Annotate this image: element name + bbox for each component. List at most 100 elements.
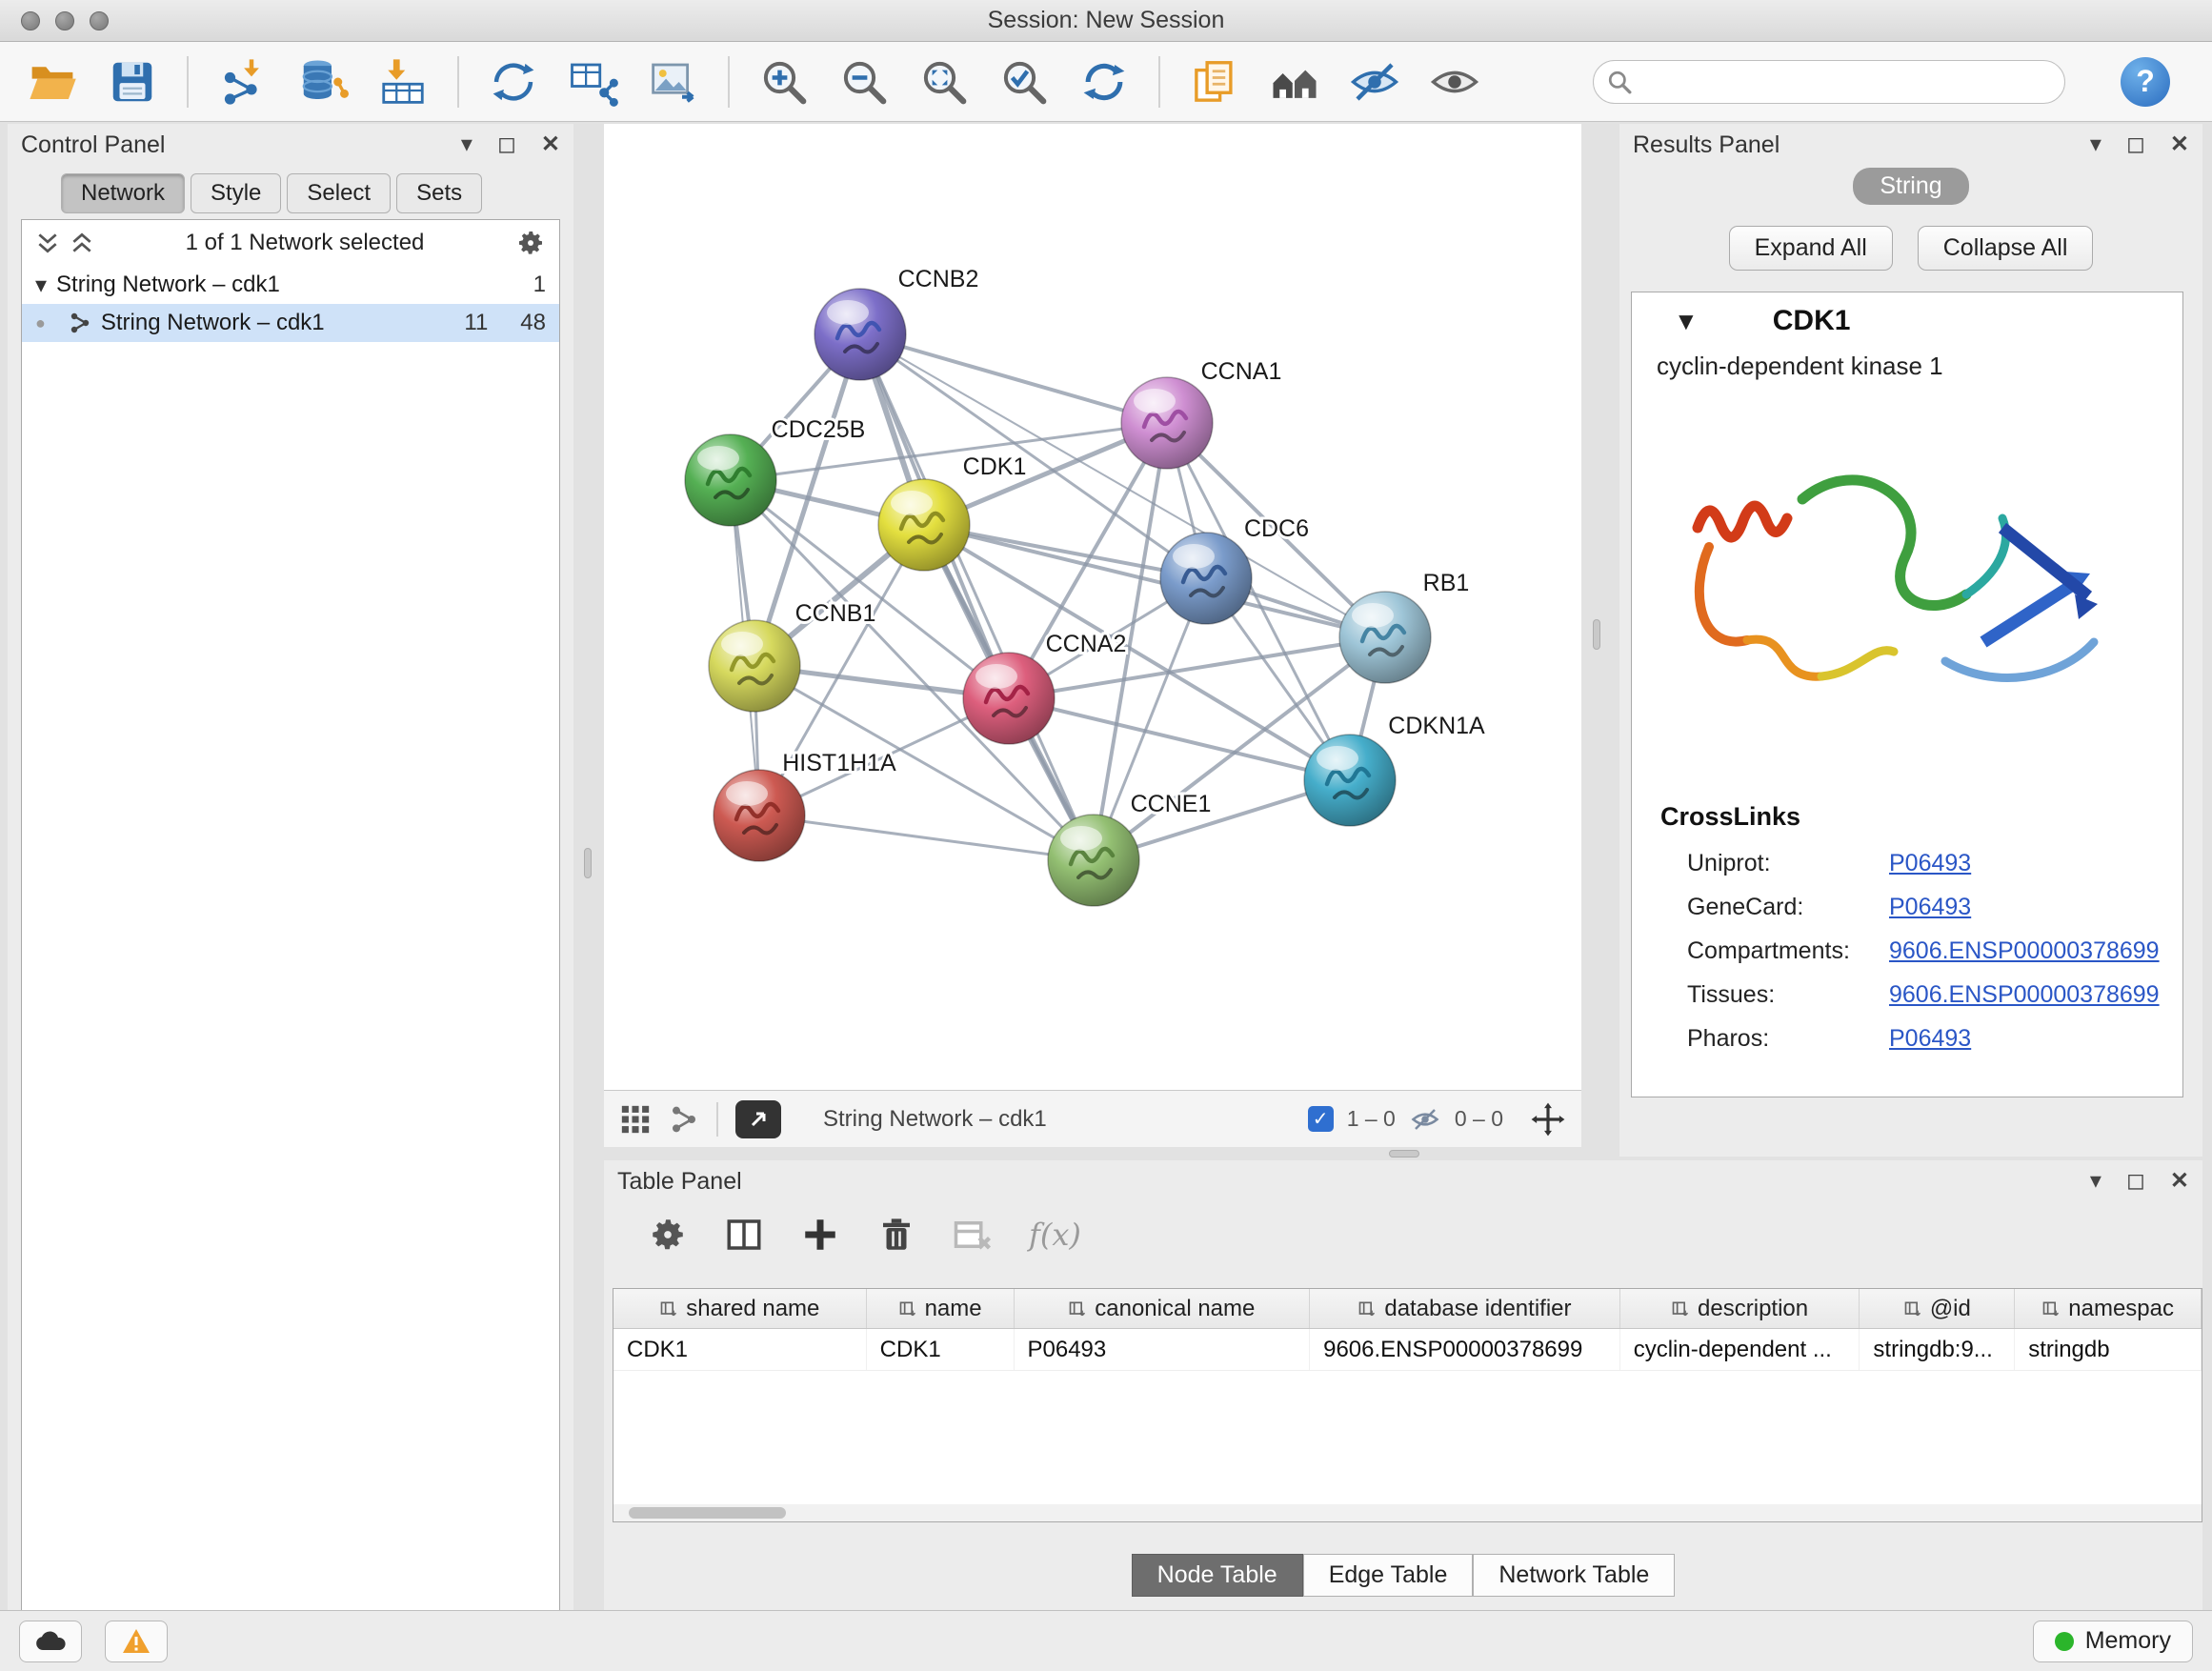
save-session-icon[interactable] — [107, 56, 158, 108]
network-row-selected[interactable]: ● String Network – cdk1 11 48 — [22, 304, 559, 342]
scrollbar-thumb[interactable] — [629, 1507, 786, 1519]
network-edge-CCNB2-CCNE1[interactable] — [860, 334, 1094, 860]
column-header[interactable]: shared name — [613, 1289, 867, 1328]
selected-nodes-checkbox-icon[interactable]: ✓ — [1308, 1106, 1334, 1132]
float-panel-icon[interactable]: ◻ — [2126, 1170, 2145, 1193]
float-panel-icon[interactable]: ◻ — [497, 133, 516, 156]
import-network-from-database-icon[interactable] — [297, 56, 349, 108]
pan-crosshair-icon[interactable] — [1530, 1101, 1566, 1137]
hidden-eye-slash-icon[interactable] — [1409, 1105, 1441, 1134]
table-cell[interactable]: stringdb:9... — [1860, 1329, 2015, 1370]
network-edge-CCNB2-CCNA1[interactable] — [860, 334, 1167, 423]
table-cell[interactable]: P06493 — [1015, 1329, 1311, 1370]
table-cell[interactable]: CDK1 — [613, 1329, 867, 1370]
bottom-splitter-handle[interactable] — [1389, 1150, 1419, 1158]
network-node-CDC6[interactable] — [1160, 533, 1252, 624]
tab-node-table[interactable]: Node Table — [1132, 1554, 1303, 1597]
network-edge-HIST1H1A-CCNE1[interactable] — [759, 815, 1094, 860]
close-panel-icon[interactable]: ✕ — [541, 133, 560, 156]
table-cell[interactable]: cyclin-dependent ... — [1620, 1329, 1860, 1370]
warning-button[interactable] — [105, 1621, 168, 1662]
zoom-out-icon[interactable] — [838, 56, 890, 108]
network-node-CDK1[interactable] — [878, 479, 970, 571]
crosslink-link[interactable]: P06493 — [1889, 850, 1971, 877]
column-header[interactable]: canonical name — [1015, 1289, 1311, 1328]
column-header[interactable]: name — [867, 1289, 1015, 1328]
export-image-icon[interactable] — [648, 56, 699, 108]
search-input[interactable] — [1641, 69, 2051, 95]
zoom-in-icon[interactable] — [758, 56, 810, 108]
show-columns-icon[interactable] — [724, 1215, 764, 1255]
import-network-from-file-icon[interactable] — [217, 56, 269, 108]
houses-icon[interactable] — [1269, 56, 1320, 108]
crosslink-link[interactable]: P06493 — [1889, 1025, 1971, 1053]
table-row[interactable]: CDK1CDK1P064939606.ENSP00000378699cyclin… — [613, 1329, 2202, 1371]
tab-network[interactable]: Network — [61, 173, 185, 213]
zoom-selected-icon[interactable] — [998, 56, 1050, 108]
show-all-eye-icon[interactable] — [1429, 56, 1480, 108]
add-column-icon[interactable] — [800, 1215, 840, 1255]
table-cell[interactable]: 9606.ENSP00000378699 — [1310, 1329, 1620, 1370]
close-panel-icon[interactable]: ✕ — [2170, 133, 2189, 156]
disclosure-triangle-icon[interactable]: ▾ — [35, 272, 47, 299]
protein-header-row[interactable]: ▼ CDK1 — [1632, 292, 2182, 350]
column-header[interactable]: namespac — [2015, 1289, 2202, 1328]
collapse-panel-icon[interactable]: ▾ — [461, 133, 473, 156]
crosslink-link[interactable]: 9606.ENSP00000378699 — [1889, 981, 2160, 1009]
network-node-CCNB2[interactable] — [814, 289, 906, 380]
collapse-all-icon[interactable] — [35, 231, 60, 255]
help-button[interactable]: ? — [2121, 57, 2170, 107]
table-horizontal-scrollbar[interactable] — [613, 1504, 2202, 1521]
cloud-button[interactable] — [19, 1621, 82, 1662]
tab-select[interactable]: Select — [287, 173, 391, 213]
maximize-window-button[interactable] — [90, 11, 109, 30]
network-node-CCNA1[interactable] — [1121, 377, 1213, 469]
grid-view-icon[interactable] — [619, 1103, 652, 1136]
function-builder-icon[interactable]: f(x) — [1029, 1217, 1081, 1253]
close-panel-icon[interactable]: ✕ — [2170, 1170, 2189, 1193]
table-cell[interactable]: CDK1 — [867, 1329, 1015, 1370]
expand-all-button[interactable]: Expand All — [1729, 226, 1893, 271]
column-header[interactable]: database identifier — [1310, 1289, 1620, 1328]
refresh-view-icon[interactable] — [1078, 56, 1130, 108]
right-splitter-handle[interactable] — [1593, 619, 1600, 650]
network-node-HIST1H1A[interactable] — [714, 770, 805, 861]
gear-icon[interactable] — [648, 1215, 688, 1255]
network-node-CCNB1[interactable] — [709, 620, 800, 712]
delete-column-trash-icon[interactable] — [876, 1215, 916, 1255]
column-header[interactable]: description — [1620, 1289, 1860, 1328]
tab-edge-table[interactable]: Edge Table — [1303, 1554, 1474, 1597]
float-panel-icon[interactable]: ◻ — [2126, 133, 2145, 156]
tab-style[interactable]: Style — [191, 173, 281, 213]
import-table-from-file-icon[interactable] — [377, 56, 429, 108]
tab-network-table[interactable]: Network Table — [1473, 1554, 1675, 1597]
minimize-window-button[interactable] — [55, 11, 74, 30]
collapse-all-button[interactable]: Collapse All — [1918, 226, 2094, 271]
close-window-button[interactable] — [21, 11, 40, 30]
hide-selected-eye-slash-icon[interactable] — [1349, 56, 1400, 108]
table-cell[interactable]: stringdb — [2015, 1329, 2202, 1370]
network-node-CDC25B[interactable] — [685, 434, 776, 526]
collapse-panel-icon[interactable]: ▾ — [2090, 1170, 2101, 1193]
disclosure-triangle-icon[interactable]: ▼ — [1674, 307, 1699, 336]
network-node-RB1[interactable] — [1339, 592, 1431, 683]
crosslink-link[interactable]: 9606.ENSP00000378699 — [1889, 937, 2160, 965]
network-node-CCNA2[interactable] — [963, 653, 1055, 744]
crosslink-link[interactable]: P06493 — [1889, 894, 1971, 921]
memory-button[interactable]: Memory — [2033, 1621, 2193, 1662]
left-splitter-handle[interactable] — [584, 848, 592, 878]
network-node-CDKN1A[interactable] — [1304, 735, 1396, 826]
zoom-fit-icon[interactable] — [918, 56, 970, 108]
string-tab-badge[interactable]: String — [1853, 168, 1968, 205]
gear-icon[interactable] — [515, 228, 546, 258]
open-in-new-window-button[interactable] — [735, 1100, 781, 1138]
copy-icon[interactable] — [1189, 56, 1240, 108]
clone-network-icon[interactable] — [488, 56, 539, 108]
open-session-icon[interactable] — [27, 56, 78, 108]
network-canvas[interactable]: CCNB2CCNA1CDC25BCDK1CDC6RB1CCNB1CCNA2CDK… — [604, 124, 1581, 1090]
network-collection-row[interactable]: ▾ String Network – cdk1 1 — [22, 266, 559, 304]
column-header[interactable]: @id — [1860, 1289, 2015, 1328]
collapse-panel-icon[interactable]: ▾ — [2090, 133, 2101, 156]
birdseye-network-icon[interactable] — [669, 1104, 699, 1135]
create-network-from-table-icon[interactable] — [568, 56, 619, 108]
